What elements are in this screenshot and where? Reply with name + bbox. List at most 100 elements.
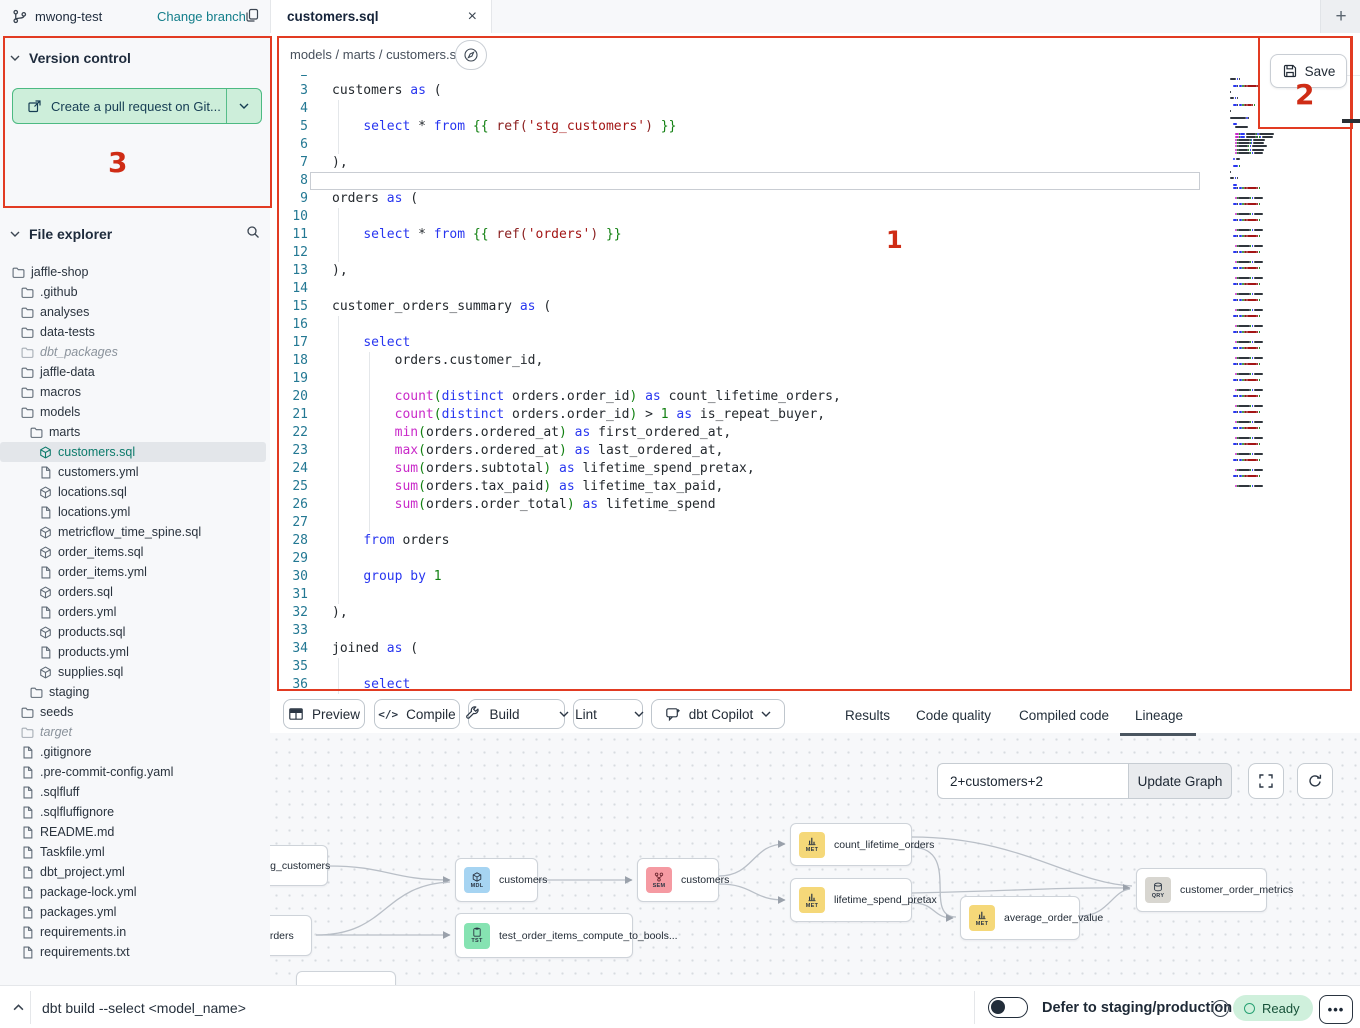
code-line-11[interactable]: 11 select * from {{ ref('orders') }} (270, 226, 1230, 244)
defer-toggle[interactable] (988, 997, 1028, 1018)
tree-item-.sqlfluff[interactable]: .sqlfluff (0, 782, 266, 802)
change-branch-link[interactable]: Change branch (157, 0, 246, 33)
lineage-node-orders[interactable]: MDLorders (270, 915, 312, 956)
tree-item-.sqlfluffignore[interactable]: .sqlfluffignore (0, 802, 266, 822)
code-line-5[interactable]: 5 select * from {{ ref('stg_customers') … (270, 118, 1230, 136)
code-line-22[interactable]: 22 min(orders.ordered_at) as first_order… (270, 424, 1230, 442)
code-line-32[interactable]: 32), (270, 604, 1230, 622)
code-line-35[interactable]: 35 (270, 658, 1230, 676)
tree-item-package-lock.yml[interactable]: package-lock.yml (0, 882, 266, 902)
code-line-21[interactable]: 21 count(distinct orders.order_id) > 1 a… (270, 406, 1230, 424)
tree-item-target[interactable]: target (0, 722, 266, 742)
tree-item-products.yml[interactable]: products.yml (0, 642, 266, 662)
code-line-19[interactable]: 19 (270, 370, 1230, 388)
code-line-25[interactable]: 25 sum(orders.tax_paid) as lifetime_tax_… (270, 478, 1230, 496)
dbt-copilot-button[interactable]: dbt Copilot (651, 699, 785, 729)
tree-item-products.sql[interactable]: products.sql (0, 622, 266, 642)
results-tab[interactable]: Results (845, 697, 890, 733)
lint-dropdown-toggle[interactable] (625, 700, 653, 728)
chevron-up-icon[interactable] (8, 997, 28, 1017)
code-line-26[interactable]: 26 sum(orders.order_total) as lifetime_s… (270, 496, 1230, 514)
tree-item-customers.sql[interactable]: customers.sql (0, 442, 266, 462)
more-options-button[interactable]: ••• (1319, 995, 1353, 1024)
lineage-node-average_order_value[interactable]: METaverage_order_value (960, 896, 1080, 940)
code-line-12[interactable]: 12 (270, 244, 1230, 262)
code-line-14[interactable]: 14 (270, 280, 1230, 298)
tree-item-README.md[interactable]: README.md (0, 822, 266, 842)
pane-resize-handle[interactable] (1342, 119, 1360, 123)
code-line-33[interactable]: 33 (270, 622, 1230, 640)
lineage-node-lifetime_spend_pretax[interactable]: METlifetime_spend_pretax (790, 878, 912, 922)
code-line-4[interactable]: 4 (270, 100, 1230, 118)
tree-item-.pre-commit-config.yaml[interactable]: .pre-commit-config.yaml (0, 762, 266, 782)
tree-item-macros[interactable]: macros (0, 382, 266, 402)
tree-item-locations.yml[interactable]: locations.yml (0, 502, 266, 522)
code-quality-tab[interactable]: Code quality (916, 697, 991, 733)
tree-item-requirements.txt[interactable]: requirements.txt (0, 942, 266, 962)
refresh-button[interactable] (1297, 763, 1333, 799)
pr-dropdown-toggle[interactable] (226, 89, 261, 123)
tree-item-requirements.in[interactable]: requirements.in (0, 922, 266, 942)
lineage-node-test-order-items[interactable]: TSTtest_order_items_compute_to_bools... (455, 913, 633, 958)
code-line-16[interactable]: 16 (270, 316, 1230, 334)
lint-button[interactable]: Lint (563, 700, 609, 728)
update-graph-button[interactable]: Update Graph (1128, 763, 1232, 799)
save-button[interactable]: Save (1270, 54, 1347, 88)
code-line-8[interactable]: 8 (270, 172, 1230, 190)
code-editor[interactable]: 23customers as (45 select * from {{ ref(… (270, 75, 1230, 697)
tab-customers-sql[interactable]: customers.sql × (270, 0, 492, 34)
tree-item-packages.yml[interactable]: packages.yml (0, 902, 266, 922)
code-line-30[interactable]: 30 group by 1 (270, 568, 1230, 586)
compass-icon-button[interactable] (455, 40, 487, 70)
fullscreen-button[interactable] (1248, 763, 1284, 799)
tree-item-order_items.sql[interactable]: order_items.sql (0, 542, 266, 562)
code-line-27[interactable]: 27 (270, 514, 1230, 532)
tree-item-locations.sql[interactable]: locations.sql (0, 482, 266, 502)
preview-button[interactable]: Preview (283, 699, 365, 729)
copy-icon[interactable] (244, 7, 262, 25)
code-line-13[interactable]: 13), (270, 262, 1230, 280)
tree-item-supplies.sql[interactable]: supplies.sql (0, 662, 266, 682)
search-icon[interactable] (246, 225, 260, 239)
tree-item-analyses[interactable]: analyses (0, 302, 266, 322)
code-line-18[interactable]: 18 orders.customer_id, (270, 352, 1230, 370)
code-line-23[interactable]: 23 max(orders.ordered_at) as last_ordere… (270, 442, 1230, 460)
lineage-node-customers-sem[interactable]: SEMcustomers (637, 858, 719, 902)
tree-item-dbt_project.yml[interactable]: dbt_project.yml (0, 862, 266, 882)
tree-item-Taskfile.yml[interactable]: Taskfile.yml (0, 842, 266, 862)
lineage-node-customers-mdl[interactable]: MDLcustomers (455, 858, 538, 902)
tree-item-dbt_packages[interactable]: dbt_packages (0, 342, 266, 362)
file-explorer-header[interactable]: File explorer (0, 223, 271, 245)
lineage-tab[interactable]: Lineage (1135, 697, 1183, 733)
tree-item-marts[interactable]: marts (0, 422, 266, 442)
create-pr-button[interactable]: Create a pull request on Git... (12, 88, 262, 124)
help-icon[interactable]: ? (1212, 1000, 1229, 1017)
code-line-29[interactable]: 29 (270, 550, 1230, 568)
lineage-node-stg_customers[interactable]: MDLstg_customers (270, 845, 328, 886)
lineage-node-clipped-node[interactable] (296, 971, 396, 985)
code-line-24[interactable]: 24 sum(orders.subtotal) as lifetime_spen… (270, 460, 1230, 478)
code-line-36[interactable]: 36 select (270, 676, 1230, 694)
tree-item-jaffle-data[interactable]: jaffle-data (0, 362, 266, 382)
version-control-header[interactable]: Version control (0, 47, 271, 69)
compile-button[interactable]: </> Compile (374, 699, 460, 729)
tree-item-order_items.yml[interactable]: order_items.yml (0, 562, 266, 582)
code-line-7[interactable]: 7), (270, 154, 1230, 172)
minimap[interactable] (1230, 75, 1318, 635)
tree-item-orders.sql[interactable]: orders.sql (0, 582, 266, 602)
code-line-17[interactable]: 17 select (270, 334, 1230, 352)
tree-item-staging[interactable]: staging (0, 682, 266, 702)
command-input[interactable]: dbt build --select <model_name> (42, 986, 246, 1028)
close-icon[interactable]: × (468, 0, 477, 33)
tree-item-seeds[interactable]: seeds (0, 702, 266, 722)
code-line-28[interactable]: 28 from orders (270, 532, 1230, 550)
model-selector-input[interactable] (937, 763, 1128, 799)
compiled-code-tab[interactable]: Compiled code (1019, 697, 1109, 733)
code-line-2[interactable]: 2 (270, 75, 1230, 82)
code-line-3[interactable]: 3customers as ( (270, 82, 1230, 100)
code-line-9[interactable]: 9orders as ( (270, 190, 1230, 208)
tree-item-.gitignore[interactable]: .gitignore (0, 742, 266, 762)
tree-item-data-tests[interactable]: data-tests (0, 322, 266, 342)
new-tab-button[interactable]: + (1320, 0, 1360, 33)
tree-item-customers.yml[interactable]: customers.yml (0, 462, 266, 482)
